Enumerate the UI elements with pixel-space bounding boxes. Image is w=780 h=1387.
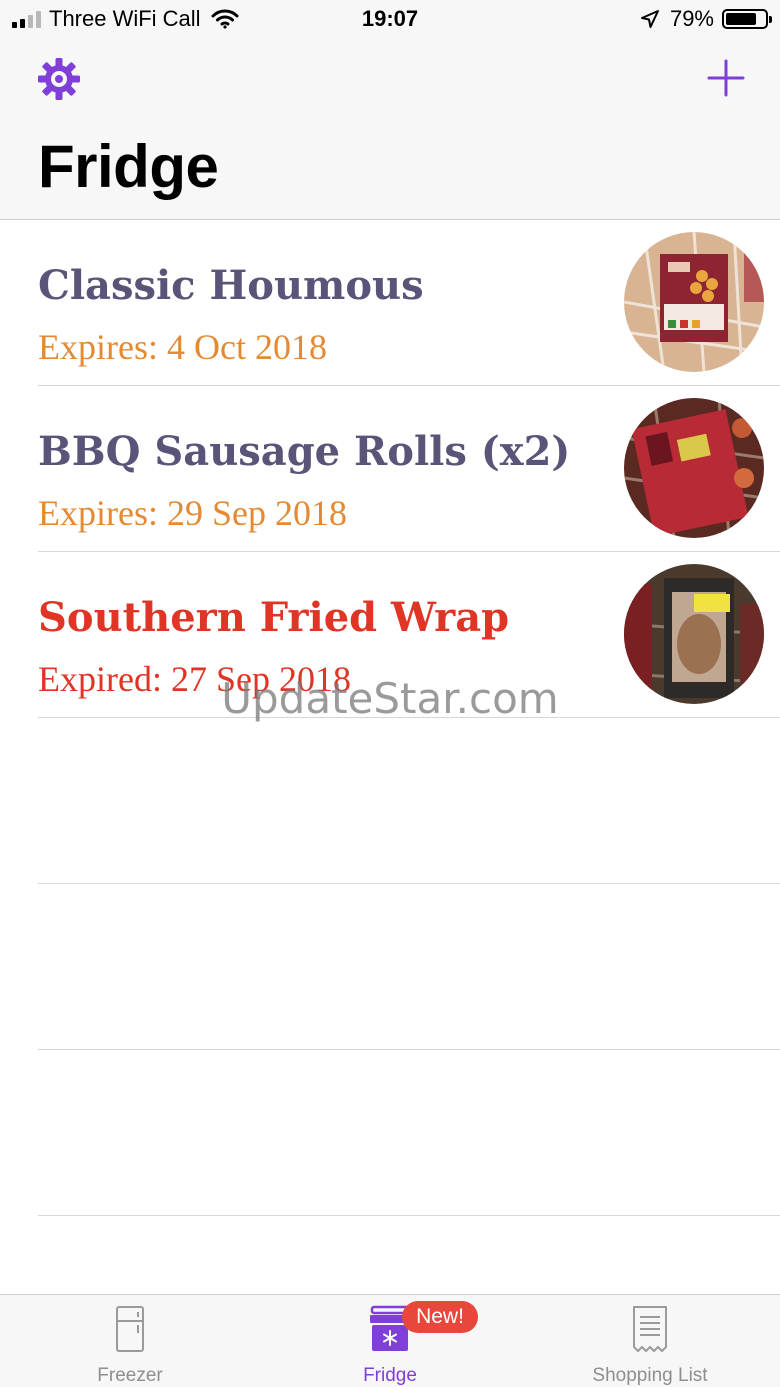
tab-label: Shopping List: [592, 1365, 708, 1386]
empty-row: [0, 884, 780, 1050]
item-photo: [624, 564, 764, 704]
freezer-icon: [116, 1306, 144, 1352]
item-photo: [624, 398, 764, 538]
tab-shopping-list[interactable]: Shopping List: [520, 1295, 780, 1387]
settings-button[interactable]: [36, 56, 82, 102]
battery-icon: [722, 9, 772, 29]
status-right: 79%: [640, 6, 772, 32]
item-expiry: Expires: 4 Oct 2018: [38, 327, 327, 367]
item-name: Classic Houmous: [38, 262, 424, 309]
tab-label: Fridge: [363, 1365, 417, 1386]
page-title: Fridge: [38, 133, 219, 200]
add-button[interactable]: [706, 58, 746, 98]
new-badge: New!: [402, 1301, 478, 1333]
battery-fill: [726, 13, 757, 25]
status-bar: Three WiFi Call 19:07 79%: [0, 0, 780, 40]
list-item[interactable]: Classic Houmous Expires: 4 Oct 2018: [0, 220, 780, 386]
tab-label: Freezer: [97, 1365, 163, 1386]
battery-percent: 79%: [669, 6, 714, 31]
item-expiry: Expires: 29 Sep 2018: [38, 493, 347, 533]
item-list: Classic Houmous Expires: 4 Oct 2018 BBQ …: [0, 220, 780, 1216]
location-arrow-icon: [640, 10, 659, 28]
empty-row: [0, 1050, 780, 1216]
item-name: Southern Fried Wrap: [38, 594, 510, 641]
plus-icon: [707, 59, 745, 97]
receipt-icon: [633, 1306, 667, 1352]
tab-fridge[interactable]: Fridge: [260, 1295, 520, 1387]
list-item[interactable]: Southern Fried Wrap Expired: 27 Sep 2018: [0, 552, 780, 718]
tab-bar: Freezer Fridge Shopping List New!: [0, 1294, 780, 1387]
list-item[interactable]: BBQ Sausage Rolls (x2) Expires: 29 Sep 2…: [0, 386, 780, 552]
empty-row: [0, 718, 780, 884]
tab-freezer[interactable]: Freezer: [0, 1295, 260, 1387]
item-name: BBQ Sausage Rolls (x2): [38, 428, 571, 475]
nav-bar: Fridge: [0, 40, 780, 220]
item-photo: [624, 232, 764, 372]
item-expiry: Expired: 27 Sep 2018: [38, 659, 351, 699]
gear-icon: [38, 58, 80, 100]
